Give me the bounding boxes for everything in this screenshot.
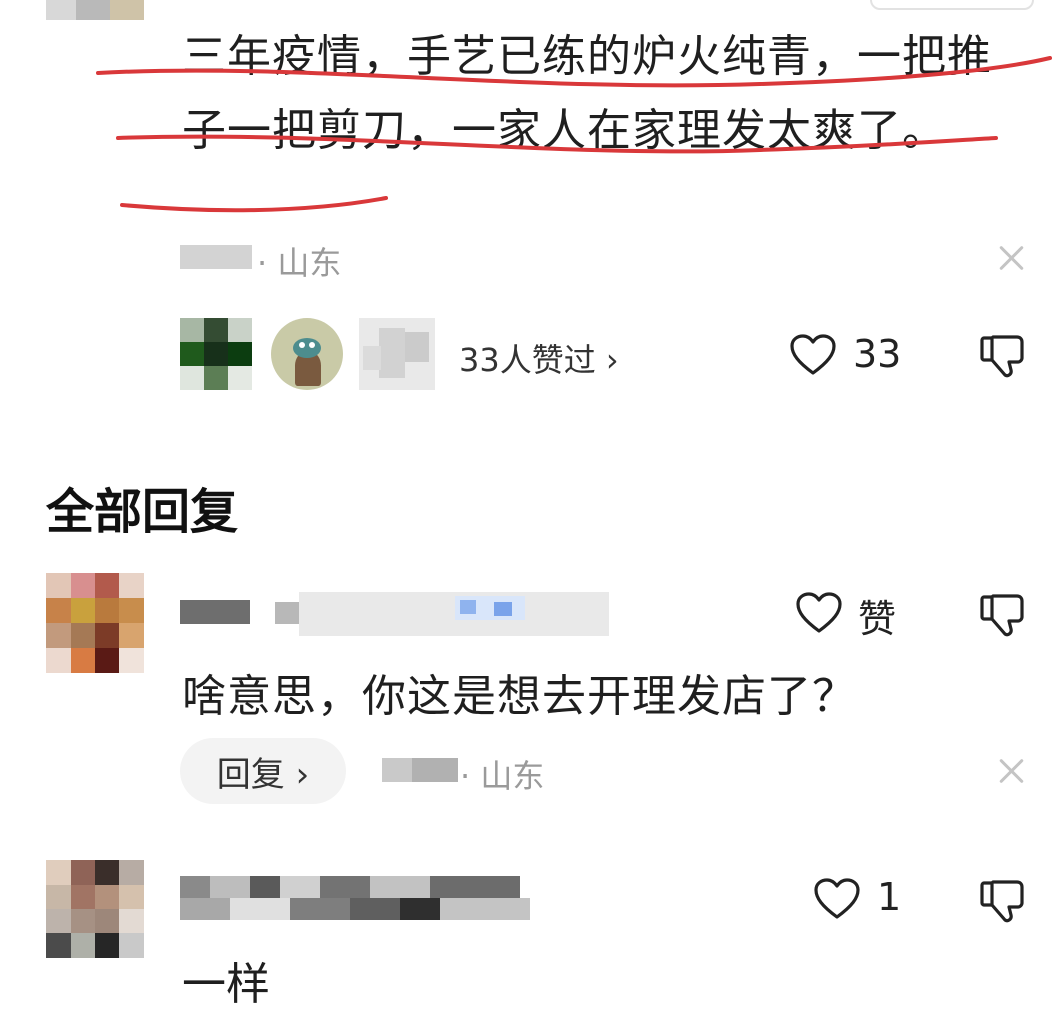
post-like-count: 33 — [853, 332, 902, 376]
heart-icon[interactable] — [814, 878, 860, 920]
reply-location: · 山东 — [460, 757, 545, 795]
blurred-username — [180, 245, 252, 269]
like-label[interactable]: 赞 — [858, 588, 896, 643]
blurred-username — [382, 758, 458, 782]
reply-text: 一样 — [182, 959, 270, 1010]
heart-icon[interactable] — [796, 592, 842, 634]
reply-text: 啥意思，你这是想去开理发店了？ — [182, 671, 857, 722]
liker-avatar-3[interactable] — [359, 318, 435, 390]
thumbs-down-icon[interactable] — [979, 334, 1025, 378]
thumbs-down-icon[interactable] — [979, 879, 1025, 923]
post-location: · 山东 — [257, 244, 342, 282]
close-icon[interactable] — [998, 757, 1026, 785]
liked-by-label[interactable]: 33人赞过 › — [459, 335, 619, 381]
liker-avatar-2[interactable] — [271, 318, 343, 390]
liker-avatar-1[interactable] — [180, 318, 252, 390]
heart-icon[interactable] — [790, 334, 836, 376]
section-title: 全部回复 — [46, 484, 239, 540]
reply-button[interactable]: 回复 › — [180, 738, 346, 804]
blurred-username — [180, 590, 609, 636]
avatar[interactable] — [46, 573, 144, 673]
annotation-underlines — [96, 56, 1052, 213]
close-icon[interactable] — [998, 244, 1026, 272]
blurred-username — [180, 876, 540, 920]
avatar[interactable] — [46, 860, 144, 958]
reply-like-count: 1 — [877, 875, 902, 919]
thumbs-down-icon[interactable] — [979, 593, 1025, 637]
